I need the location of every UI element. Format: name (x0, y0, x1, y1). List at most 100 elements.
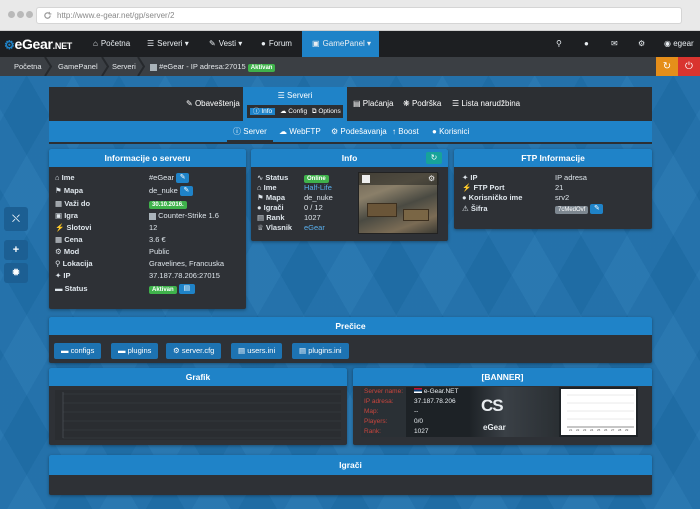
folder-icon: ▬ (61, 346, 69, 355)
home-icon: ⌂ (55, 173, 60, 182)
bullhorn-icon: ✎ (186, 99, 193, 108)
crown-icon: ♕ (257, 223, 264, 232)
breadcrumb-gamepanel[interactable]: GamePanel (58, 57, 98, 76)
caret-down-icon: ▾ (238, 39, 243, 48)
breadcrumb-home[interactable]: Početna (14, 57, 42, 76)
pin-icon: ✦ (462, 173, 469, 182)
cs-game-icon (150, 63, 157, 71)
nav-home[interactable]: ⌂ Početna (93, 31, 130, 57)
subtab-boost[interactable]: ↑ Boost (392, 121, 419, 142)
map-icon: ⚑ (257, 193, 264, 202)
user-icon: ● (584, 39, 589, 48)
user-menu[interactable]: ◉ egear (664, 31, 694, 57)
life-ring-icon: ❋ (403, 99, 410, 108)
window-close-dot[interactable] (8, 11, 15, 18)
pencil-icon: ✎ (209, 39, 216, 48)
shortcut-users-ini[interactable]: ▤ users.ini (231, 343, 283, 359)
nav-news[interactable]: ✎ Vesti ▾ (209, 31, 242, 57)
browser-chrome: http://www.e-gear.net/gp/server/2 (0, 0, 700, 31)
submenu-options[interactable]: ⧉ Options (312, 108, 341, 115)
folder-icon: ▬ (118, 346, 126, 355)
stop-button[interactable]: ⏻ (678, 57, 700, 76)
chevron-right-icon (44, 57, 53, 76)
comments-icon: ● (261, 39, 266, 48)
search-button[interactable]: ⚲ (556, 31, 562, 57)
copy-icon: ⧉ (311, 108, 317, 115)
price-value: 3.6 € (149, 235, 166, 244)
players-panel: Igrači (49, 455, 652, 495)
power-icon: ⏻ (685, 61, 693, 72)
server-name-value: #eGear (149, 173, 175, 182)
add-button[interactable]: + (4, 240, 28, 260)
refresh-info-button[interactable]: ↻ (426, 152, 442, 164)
shortcut-server-cfg[interactable]: ⚙ server.cfg (166, 343, 222, 359)
subtab-server[interactable]: ⓘ Server (227, 121, 273, 142)
top-navbar: ⚙eGear.NET ⌂ Početna ☰ Serveri ▾ ✎ Vesti ▾ … (0, 31, 700, 57)
cart-button[interactable]: ⛌ (4, 207, 28, 231)
tab-support[interactable]: ❋ Podrška (403, 92, 441, 116)
user-icon: ● (462, 193, 467, 202)
nav-forum[interactable]: ● Forum (261, 31, 292, 57)
profile-button[interactable]: ● (584, 31, 589, 57)
info-panel: Info ↻ ∿ Status Online ⌂ Ime Half-Life ⚑… (251, 149, 448, 241)
signal-icon: ▤ (257, 213, 265, 222)
banner-mini-graph: 21 22 23 24 25 26 27 28 29 (561, 389, 636, 435)
messages-button[interactable]: ✉ (611, 31, 618, 57)
map-icon: ⚑ (55, 186, 62, 195)
tab-servers[interactable]: ☰ Serveri ⓘ Info ☁ Config ⧉ Options (243, 87, 347, 121)
graph-title: Grafik (49, 368, 347, 386)
database-icon: ☰ (277, 91, 285, 100)
submenu-info[interactable]: ⓘ Info (250, 108, 276, 115)
slots-value: 12 (149, 223, 158, 232)
shortcut-plugins[interactable]: ▬ plugins (111, 343, 159, 359)
svg-text:28: 28 (618, 428, 622, 432)
site-logo[interactable]: ⚙eGear.NET (4, 31, 72, 57)
list-icon: ☰ (452, 99, 460, 108)
nav-gamepanel[interactable]: ▣ GamePanel ▾ (302, 31, 379, 57)
server-subtabs: ⓘ Server ☁ WebFTP ⚙ Podešavanja ↑ Boost … (49, 121, 652, 142)
edit-map-button[interactable]: ✎ (179, 186, 193, 197)
tab-notices[interactable]: ✎ Obaveštenja (186, 92, 240, 116)
cs-game-icon (149, 212, 156, 220)
tab-payments[interactable]: ▤ Plaćanja (353, 92, 393, 116)
info-row-name: ⌂ Ime (55, 173, 75, 182)
svg-text:29: 29 (625, 428, 629, 432)
stats-chart-button[interactable]: ▤ (178, 284, 195, 295)
bug-report-button[interactable]: ✹ (4, 263, 28, 283)
users-icon: ● (257, 203, 262, 212)
shortcut-configs[interactable]: ▬ configs (54, 343, 102, 359)
arrow-up-icon: ↑ (392, 127, 396, 136)
ftp-panel: FTP Informacije ✦ IP IP adresa ⚡ FTP Por… (454, 149, 652, 229)
subtab-settings[interactable]: ⚙ Podešavanja (331, 121, 387, 142)
breadcrumb-servers[interactable]: Serveri (112, 57, 136, 76)
settings-button[interactable]: ⚙ (638, 31, 645, 57)
subtab-webftp[interactable]: ☁ WebFTP (279, 121, 321, 142)
tab-orders[interactable]: ☰ Lista narudžbina (452, 92, 520, 116)
nav-servers[interactable]: ☰ Serveri ▾ (147, 31, 189, 57)
banner-brand: eGear (483, 423, 506, 432)
reload-icon[interactable] (43, 11, 52, 20)
window-minimize-dot[interactable] (17, 11, 24, 18)
lock-icon: ⚠ (462, 204, 469, 213)
database-icon: ☰ (147, 39, 155, 48)
shortcut-plugins-ini[interactable]: ▤ plugins.ini (292, 343, 349, 359)
window-maximize-dot[interactable] (26, 11, 33, 18)
restart-button[interactable]: ↻ (656, 57, 678, 76)
edit-name-button[interactable]: ✎ (176, 173, 190, 184)
svg-text:22: 22 (576, 428, 580, 432)
server-banner: Server name: e-Gear.NET IP adresa: 37.187… (361, 387, 638, 437)
subtab-users[interactable]: ● Korisnici (432, 121, 469, 142)
gear-icon: ⚙ (331, 127, 339, 136)
submenu-config[interactable]: ☁ Config (280, 108, 307, 115)
svg-text:23: 23 (583, 428, 587, 432)
owner-link[interactable]: eGear (304, 222, 325, 234)
edit-password-button[interactable]: ✎ (590, 204, 604, 215)
info-title: Info (251, 149, 448, 167)
hdd-icon: ▬ (55, 284, 63, 293)
money-icon: ▦ (55, 235, 63, 244)
address-bar[interactable]: http://www.e-gear.net/gp/server/2 (36, 7, 682, 24)
bug-icon: ✹ (11, 267, 21, 279)
envelope-icon: ✉ (611, 39, 618, 48)
cloud-icon: ☁ (279, 127, 287, 136)
plug-icon: ⚡ (462, 183, 472, 192)
